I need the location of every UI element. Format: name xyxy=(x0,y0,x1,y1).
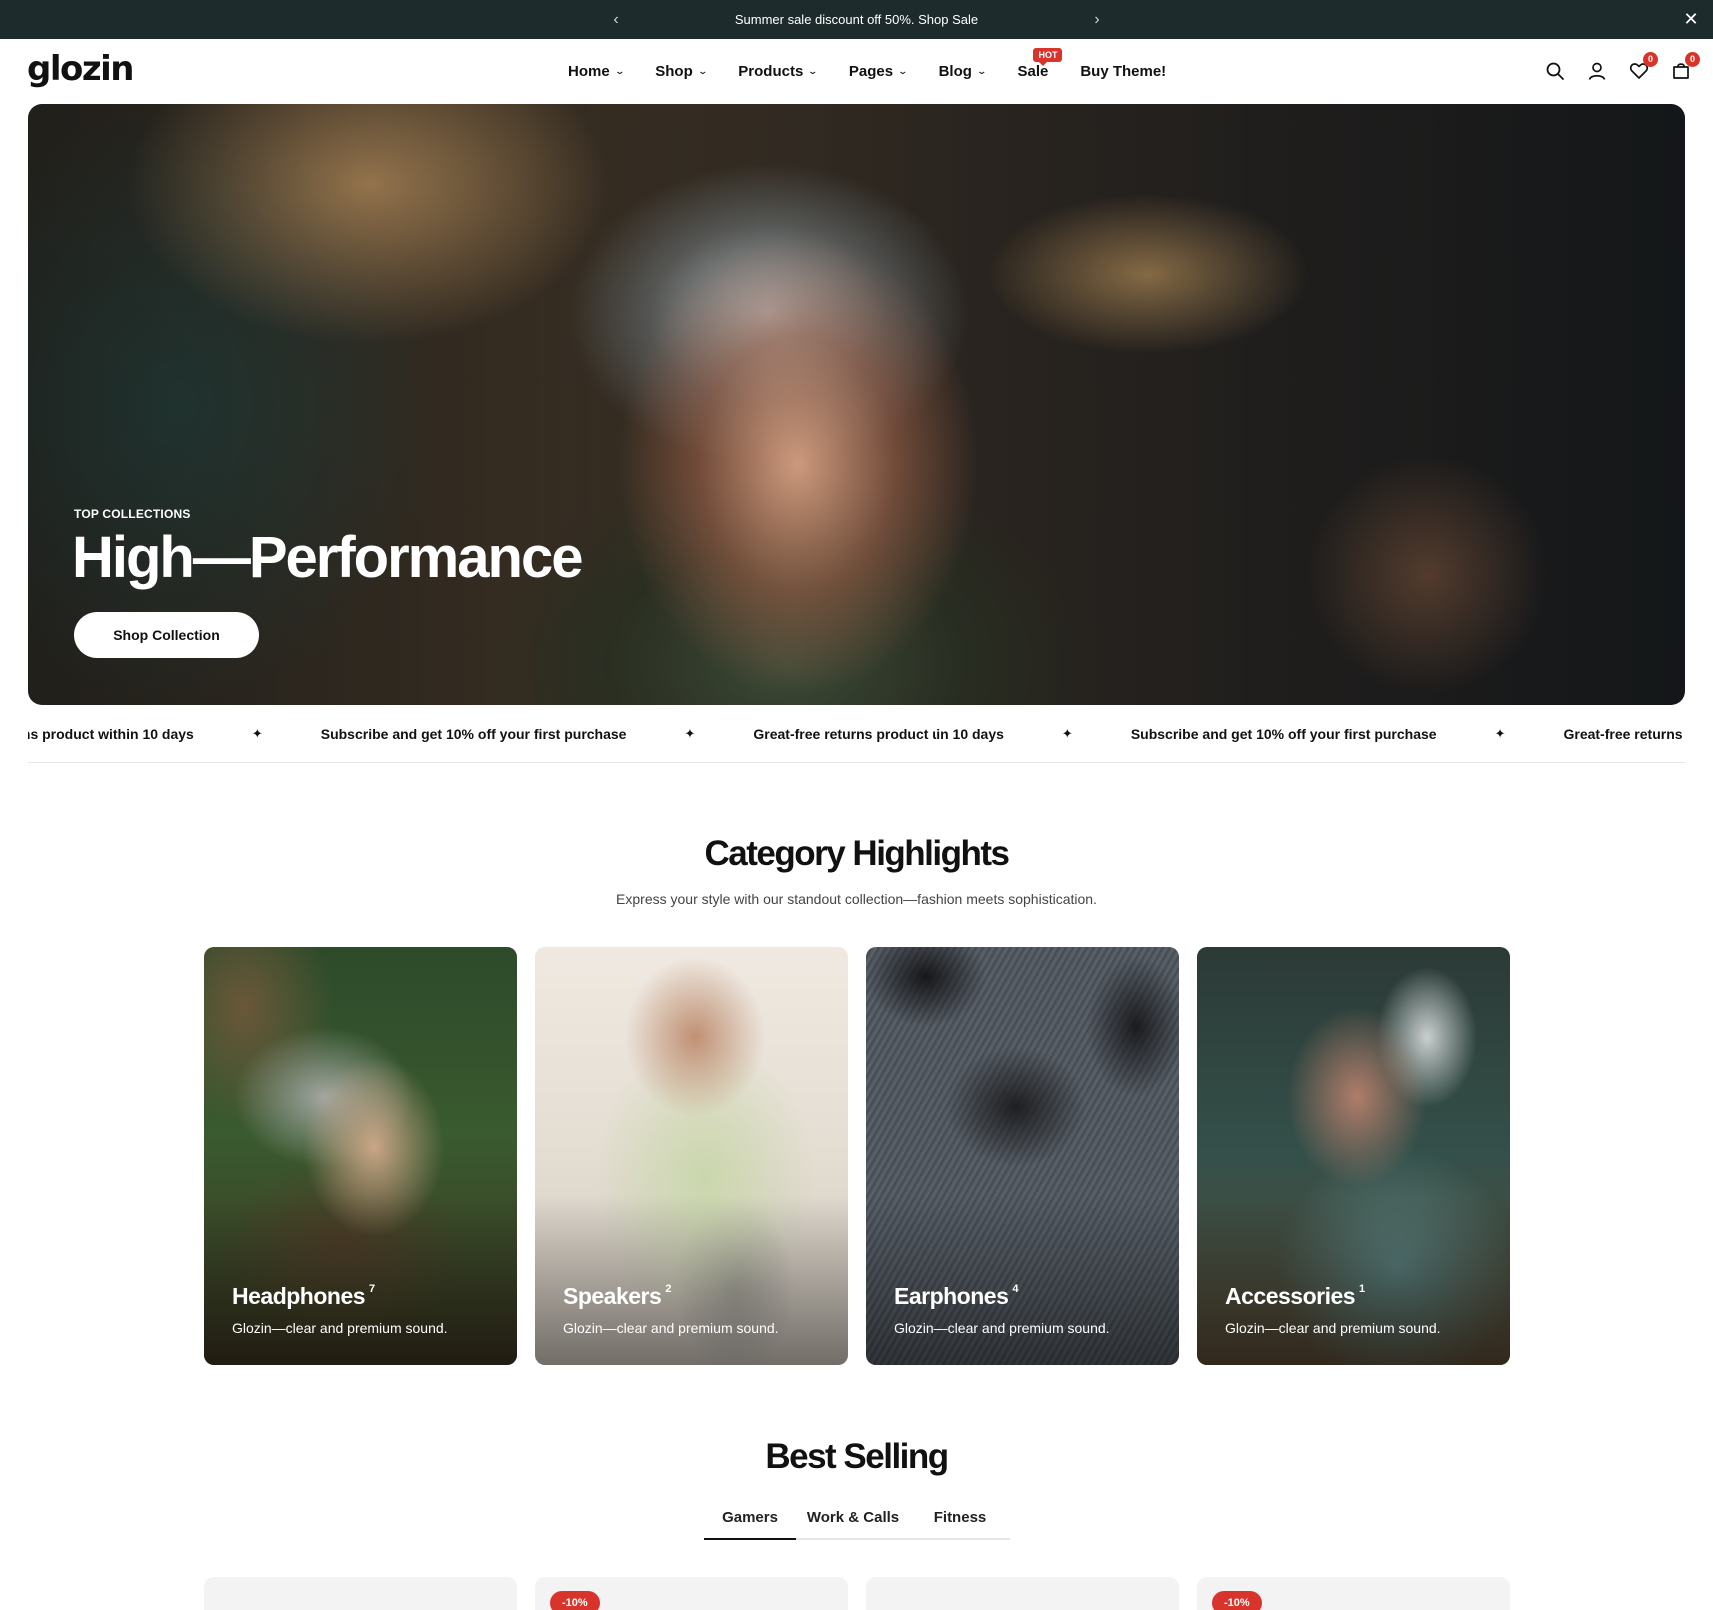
category-count: 2 xyxy=(665,1283,671,1295)
nav-item-blog[interactable]: Blog ⌄ xyxy=(938,39,987,103)
sparkle-icon: ✦ xyxy=(251,726,263,741)
chevron-down-icon: ⌄ xyxy=(697,65,708,76)
nav-label: Pages xyxy=(848,62,894,80)
nav-label: Buy Theme! xyxy=(1080,62,1167,80)
category-desc: Glozin—clear and premium sound. xyxy=(232,1320,448,1336)
category-section-subtitle: Express your style with our standout col… xyxy=(616,891,1097,907)
site-header: glozin Home ⌄ Shop ⌄ Products ⌄ Pages ⌄ Blog… xyxy=(0,39,1713,103)
nav-label: Blog xyxy=(938,62,972,80)
nav-item-sale[interactable]: HOT Sale xyxy=(1017,39,1063,103)
tab-fitness[interactable]: Fitness xyxy=(910,1496,1010,1540)
nav-label: Home xyxy=(568,62,610,80)
marquee-track: returns product within 10 days ✦ Subscri… xyxy=(28,705,1685,762)
nav-label: Shop xyxy=(655,62,693,80)
category-name: Speakers 2 xyxy=(563,1283,671,1309)
close-icon[interactable]: ✕ xyxy=(1679,0,1703,39)
product-grid: -10% -10% xyxy=(204,1577,1510,1610)
tab-gamers[interactable]: Gamers xyxy=(704,1496,796,1540)
product-card[interactable] xyxy=(866,1577,1179,1610)
card-overlay xyxy=(204,1195,517,1365)
cart-count-badge: 0 xyxy=(1685,52,1700,67)
marquee-item: Subscribe and get 10% off your first pur… xyxy=(320,726,627,742)
header-icons: 0 0 xyxy=(1545,39,1700,103)
marquee-item: Great-free returns pr xyxy=(1563,726,1685,742)
marquee-item: returns product within 10 days xyxy=(28,726,194,742)
chevron-down-icon: ⌄ xyxy=(976,65,987,76)
user-icon[interactable] xyxy=(1587,61,1607,81)
cart-icon[interactable]: 0 xyxy=(1671,52,1700,81)
card-overlay xyxy=(535,1195,848,1365)
category-desc: Glozin—clear and premium sound. xyxy=(1225,1320,1441,1336)
hot-badge: HOT xyxy=(1033,48,1063,66)
nav-item-shop[interactable]: Shop ⌄ xyxy=(655,39,708,103)
promo-marquee: returns product within 10 days ✦ Subscri… xyxy=(28,705,1685,763)
category-desc: Glozin—clear and premium sound. xyxy=(894,1320,1110,1336)
category-desc: Glozin—clear and premium sound. xyxy=(563,1320,779,1336)
category-name: Headphones 7 xyxy=(232,1283,375,1309)
sparkle-icon: ✦ xyxy=(684,726,696,741)
hero-eyebrow: TOP COLLECTIONS xyxy=(74,507,191,521)
category-name: Earphones 4 xyxy=(894,1283,1018,1309)
main-nav: Home ⌄ Shop ⌄ Products ⌄ Pages ⌄ Blog ⌄ HOT S… xyxy=(568,39,1198,103)
category-card-headphones[interactable]: Headphones 7 Glozin—clear and premium sou… xyxy=(204,947,517,1365)
category-cards: Headphones 7 Glozin—clear and premium sou… xyxy=(204,947,1510,1365)
chevron-down-icon: ⌄ xyxy=(897,65,909,76)
hero-image xyxy=(28,104,1685,705)
card-overlay xyxy=(1197,1195,1510,1365)
announcement-bar: ‹ Summer sale discount off 50%. Shop Sal… xyxy=(0,0,1713,39)
nav-item-home[interactable]: Home ⌄ xyxy=(568,39,625,103)
category-card-accessories[interactable]: Accessories 1 Glozin—clear and premium so… xyxy=(1197,947,1510,1365)
marquee-item: Subscribe and get 10% off your first pur… xyxy=(1130,726,1437,742)
category-name: Accessories 1 xyxy=(1225,1283,1365,1309)
shop-collection-button[interactable]: Shop Collection xyxy=(74,612,259,658)
nav-label: Products xyxy=(738,62,804,80)
category-count: 4 xyxy=(1012,1283,1018,1295)
chevron-right-icon[interactable]: › xyxy=(1082,0,1112,39)
nav-item-pages[interactable]: Pages ⌄ xyxy=(848,39,909,103)
chevron-down-icon: ⌄ xyxy=(807,65,819,76)
heart-icon[interactable]: 0 xyxy=(1629,52,1658,81)
wishlist-count-badge: 0 xyxy=(1643,52,1658,67)
card-overlay xyxy=(866,1195,1179,1365)
best-selling-title: Best Selling xyxy=(765,1437,949,1476)
marquee-item: Great-free returns product ɩin 10 days xyxy=(753,726,1004,742)
announcement-text[interactable]: Summer sale discount off 50%. Shop Sale xyxy=(0,0,1713,39)
tab-work-calls[interactable]: Work & Calls xyxy=(796,1496,910,1540)
nav-item-buy-theme[interactable]: Buy Theme! xyxy=(1080,39,1166,103)
best-selling-tabs: Gamers Work & Calls Fitness xyxy=(704,1496,1010,1540)
search-icon[interactable] xyxy=(1545,61,1565,81)
sparkle-icon: ✦ xyxy=(1061,726,1073,741)
chevron-down-icon: ⌄ xyxy=(614,65,625,76)
product-card[interactable]: -10% xyxy=(535,1577,848,1610)
nav-item-products[interactable]: Products ⌄ xyxy=(738,39,819,103)
category-count: 7 xyxy=(369,1283,375,1295)
category-section-title: Category Highlights xyxy=(704,834,1010,873)
discount-badge: -10% xyxy=(1212,1591,1262,1610)
hero-title: High—Performance xyxy=(72,525,583,590)
hero-banner: TOP COLLECTIONS High—Performance Shop Co… xyxy=(28,104,1685,705)
category-count: 1 xyxy=(1359,1283,1365,1295)
category-card-speakers[interactable]: Speakers 2 Glozin—clear and premium sound… xyxy=(535,947,848,1365)
product-card[interactable]: -10% xyxy=(1197,1577,1510,1610)
category-card-earphones[interactable]: Earphones 4 Glozin—clear and premium soun… xyxy=(866,947,1179,1365)
sparkle-icon: ✦ xyxy=(1494,726,1506,741)
logo[interactable]: glozin xyxy=(27,49,135,89)
discount-badge: -10% xyxy=(550,1591,600,1610)
product-card[interactable] xyxy=(204,1577,517,1610)
